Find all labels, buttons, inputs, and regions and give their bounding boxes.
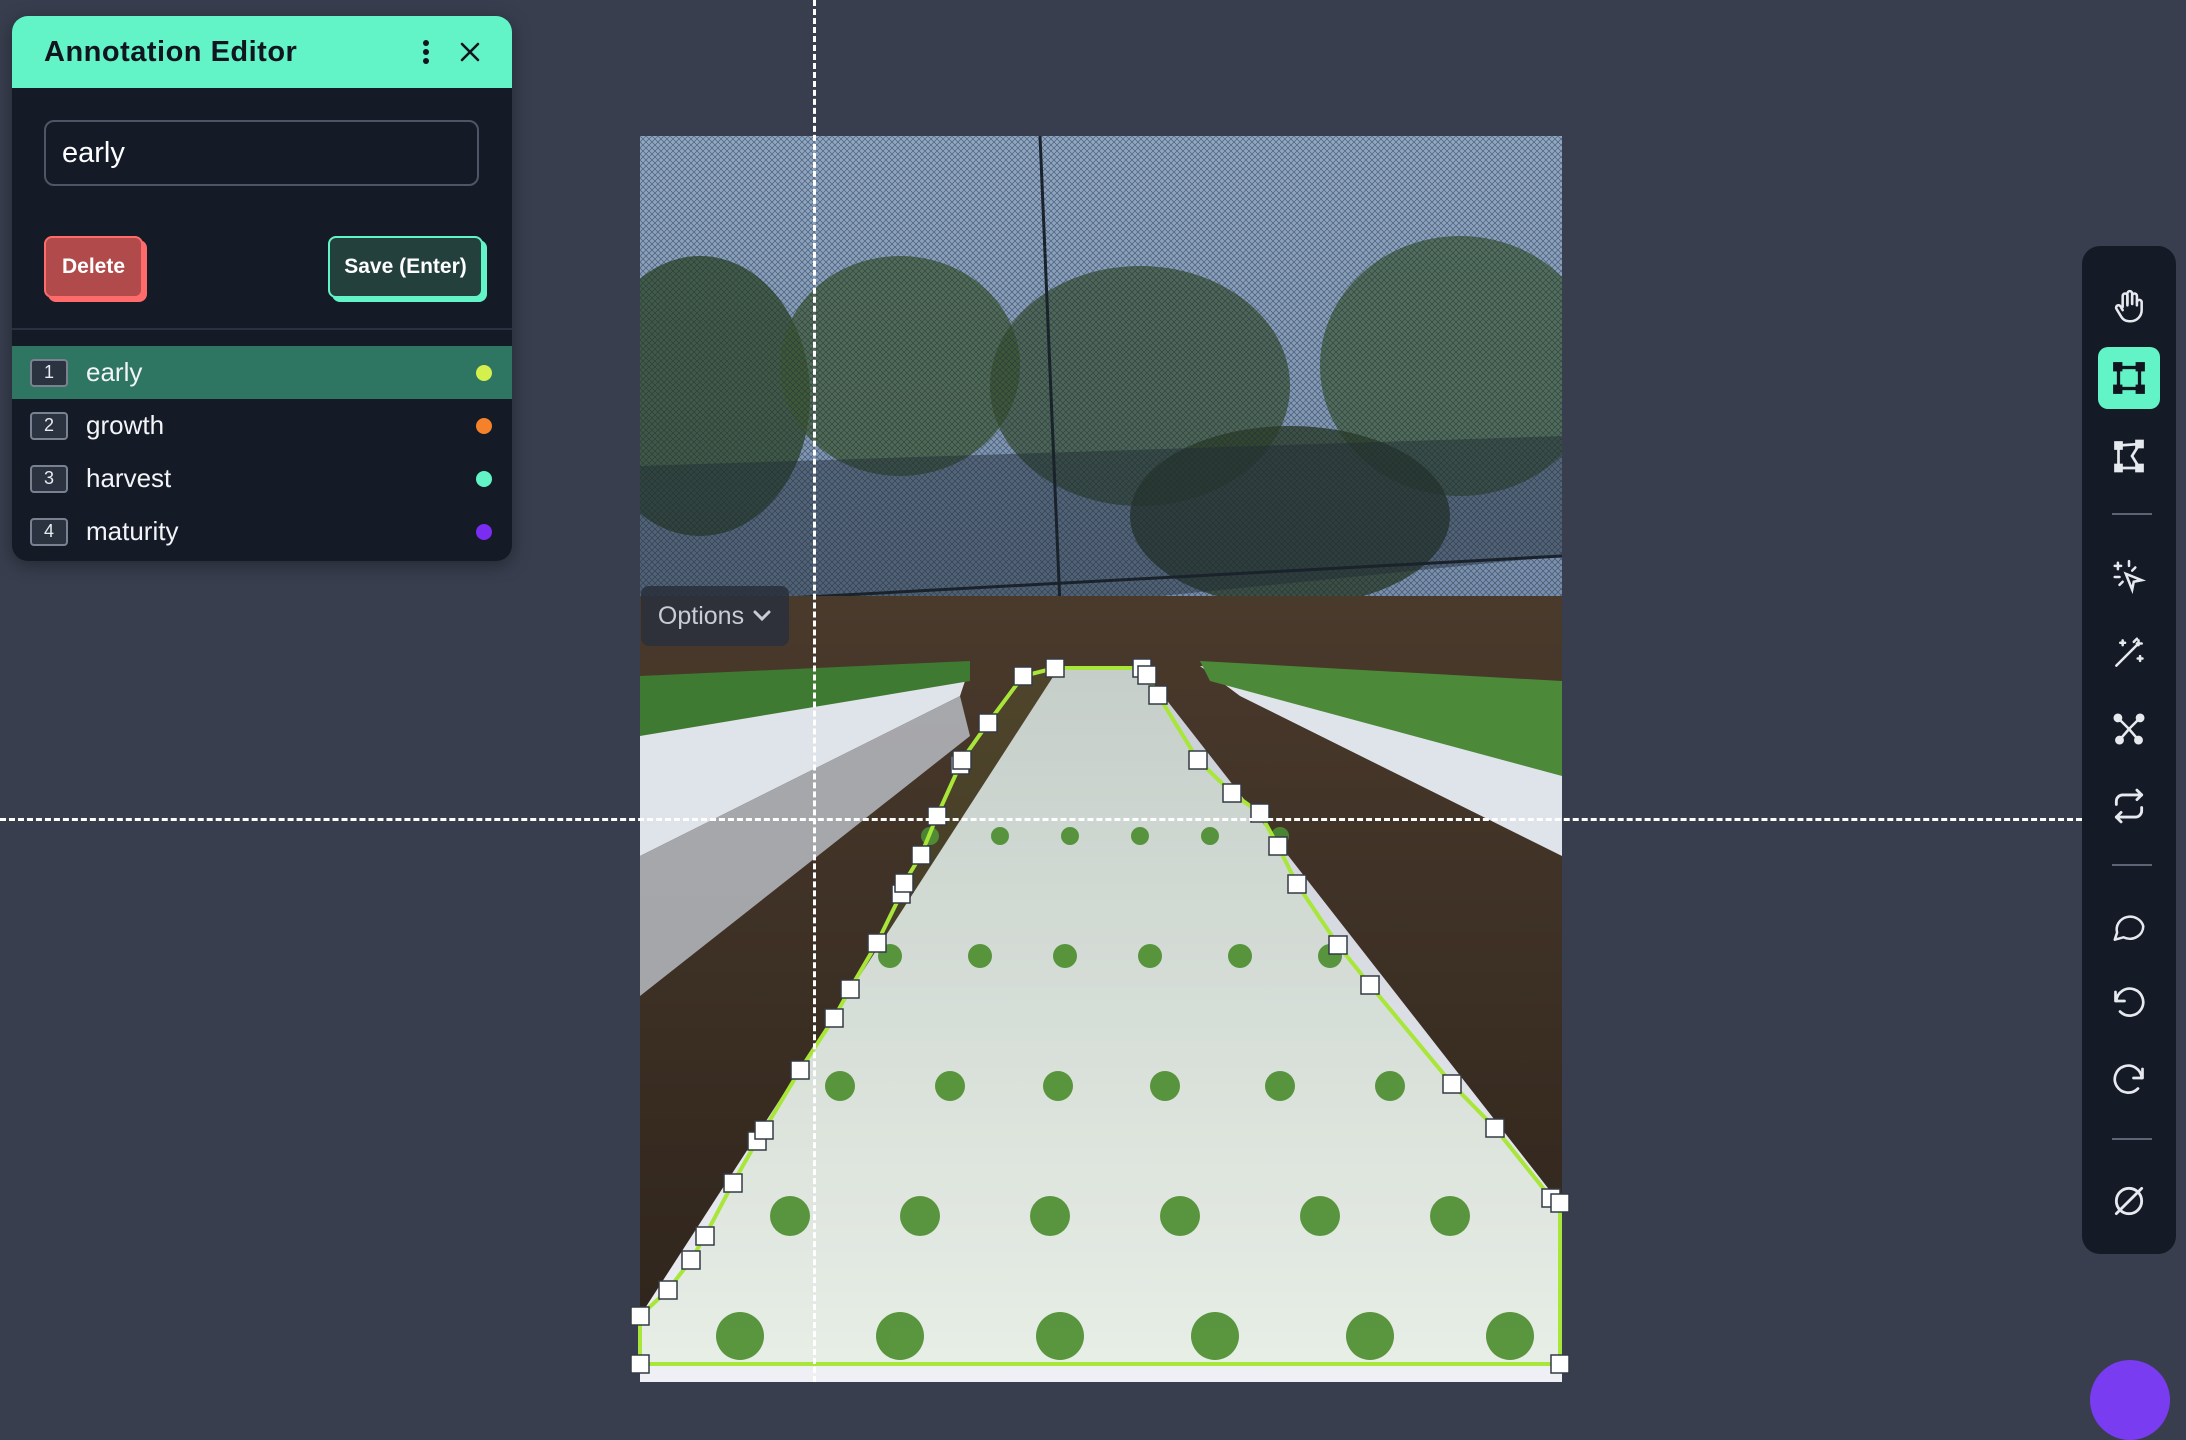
chevron-down-icon (753, 610, 771, 622)
close-button[interactable] (448, 30, 492, 74)
polygon-vertex-handle[interactable] (681, 1250, 701, 1270)
polygon-vertex-handle[interactable] (1137, 665, 1157, 685)
polygon-vertex-handle[interactable] (1550, 1193, 1570, 1213)
magic-wand-icon (2115, 637, 2144, 667)
label-item-name: early (86, 357, 143, 387)
polygon-vertex-handle[interactable] (1222, 783, 1242, 803)
crosshair-horizontal (0, 818, 2082, 821)
panel-header: Annotation Editor (12, 16, 512, 88)
more-options-button[interactable] (404, 30, 448, 74)
polygon-vertex-handle[interactable] (695, 1226, 715, 1246)
toolbar-divider (2112, 513, 2152, 515)
label-color-dot (476, 523, 492, 540)
polygon-vertex-handle[interactable] (1360, 975, 1380, 995)
polygon-tool-button[interactable] (2098, 425, 2160, 487)
label-item-growth[interactable]: 2 growth (12, 399, 512, 452)
label-color-dot (476, 417, 492, 434)
polygon-icon (2114, 439, 2144, 473)
hide-annotations-icon (2114, 1186, 2144, 1216)
smart-select-icon (2113, 559, 2147, 595)
hotkey-badge: 4 (30, 517, 68, 546)
polygon-vertex-handle[interactable] (630, 1306, 650, 1326)
polygon-vertex-handle[interactable] (1268, 836, 1288, 856)
panel-title: Annotation Editor (44, 35, 298, 68)
hotkey-badge: 2 (30, 411, 68, 440)
crosshair-vertical (813, 0, 816, 1382)
bounding-box-tool-button[interactable] (2098, 347, 2160, 409)
hand-tool-button[interactable] (2098, 276, 2160, 338)
hotkey-badge: 1 (30, 358, 68, 387)
polygon-vertex-handle[interactable] (1287, 874, 1307, 894)
convert-tool-button[interactable] (2098, 775, 2160, 837)
label-name-input[interactable] (44, 120, 479, 186)
polygon-vertex-handle[interactable] (723, 1173, 743, 1193)
polygon-vertex-handle[interactable] (952, 750, 972, 770)
label-item-maturity[interactable]: 4 maturity (12, 505, 512, 558)
polygon-vertex-handle[interactable] (754, 1120, 774, 1140)
delete-button[interactable]: Delete (44, 236, 143, 298)
polygon-vertex-handle[interactable] (867, 933, 887, 953)
hotkey-badge: 3 (30, 464, 68, 493)
comment-tool-button[interactable] (2098, 896, 2160, 958)
polygon-vertex-handle[interactable] (927, 806, 947, 826)
label-list: 1 early 2 growth 3 harvest 4 maturity (12, 346, 512, 558)
tool-palette (2082, 246, 2176, 1254)
label-color-dot (476, 470, 492, 487)
label-item-harvest[interactable]: 3 harvest (12, 452, 512, 505)
close-icon (460, 42, 480, 62)
polygon-vertex-handle[interactable] (790, 1060, 810, 1080)
comment-icon (2113, 915, 2145, 941)
label-item-name: growth (86, 410, 165, 440)
polygon-vertex-handle[interactable] (1328, 935, 1348, 955)
polygon-vertex-handle[interactable] (1442, 1074, 1462, 1094)
toolbar-divider (2112, 1138, 2152, 1140)
redo-icon (2113, 1064, 2144, 1094)
smart-select-tool-button[interactable] (2098, 546, 2160, 608)
label-color-dot (476, 364, 492, 381)
keypoints-tool-button[interactable] (2098, 698, 2160, 760)
options-label: Options (657, 601, 745, 630)
more-vertical-icon (423, 40, 429, 64)
save-button[interactable]: Save (Enter) (328, 236, 483, 298)
magic-wand-tool-button[interactable] (2098, 622, 2160, 684)
polygon-vertex-handle[interactable] (630, 1354, 650, 1374)
convert-icon (2114, 788, 2144, 824)
polygon-vertex-handle[interactable] (894, 873, 914, 893)
polygon-vertex-handle[interactable] (824, 1008, 844, 1028)
redo-button[interactable] (2098, 1050, 2160, 1112)
polygon-vertex-handle[interactable] (1550, 1354, 1570, 1374)
polygon-vertex-handle[interactable] (1485, 1118, 1505, 1138)
bounding-box-icon (2113, 362, 2145, 394)
polygon-vertex-handle[interactable] (978, 713, 998, 733)
options-dropdown[interactable]: Options (641, 586, 789, 646)
polygon-vertex-handle[interactable] (1013, 666, 1033, 686)
keypoints-icon (2113, 713, 2145, 745)
polygon-vertex-handle[interactable] (658, 1280, 678, 1300)
label-item-early[interactable]: 1 early (12, 346, 512, 399)
annotation-editor-panel: Annotation Editor Delete Save (Enter) 1 … (12, 16, 512, 561)
hand-icon (2114, 289, 2143, 323)
help-button[interactable] (2090, 1360, 2170, 1440)
toolbar-divider (2112, 864, 2152, 866)
polygon-vertex-handle[interactable] (1045, 658, 1065, 678)
undo-button[interactable] (2098, 973, 2160, 1035)
label-item-name: maturity (86, 516, 179, 546)
polygon-vertex-handle[interactable] (1148, 685, 1168, 705)
hide-annotations-button[interactable] (2098, 1170, 2160, 1232)
undo-icon (2114, 987, 2145, 1017)
polygon-vertex-handle[interactable] (1188, 750, 1208, 770)
polygon-vertex-handle[interactable] (911, 845, 931, 865)
polygon-vertex-handle[interactable] (840, 979, 860, 999)
panel-divider (12, 328, 512, 330)
label-item-name: harvest (86, 463, 172, 493)
